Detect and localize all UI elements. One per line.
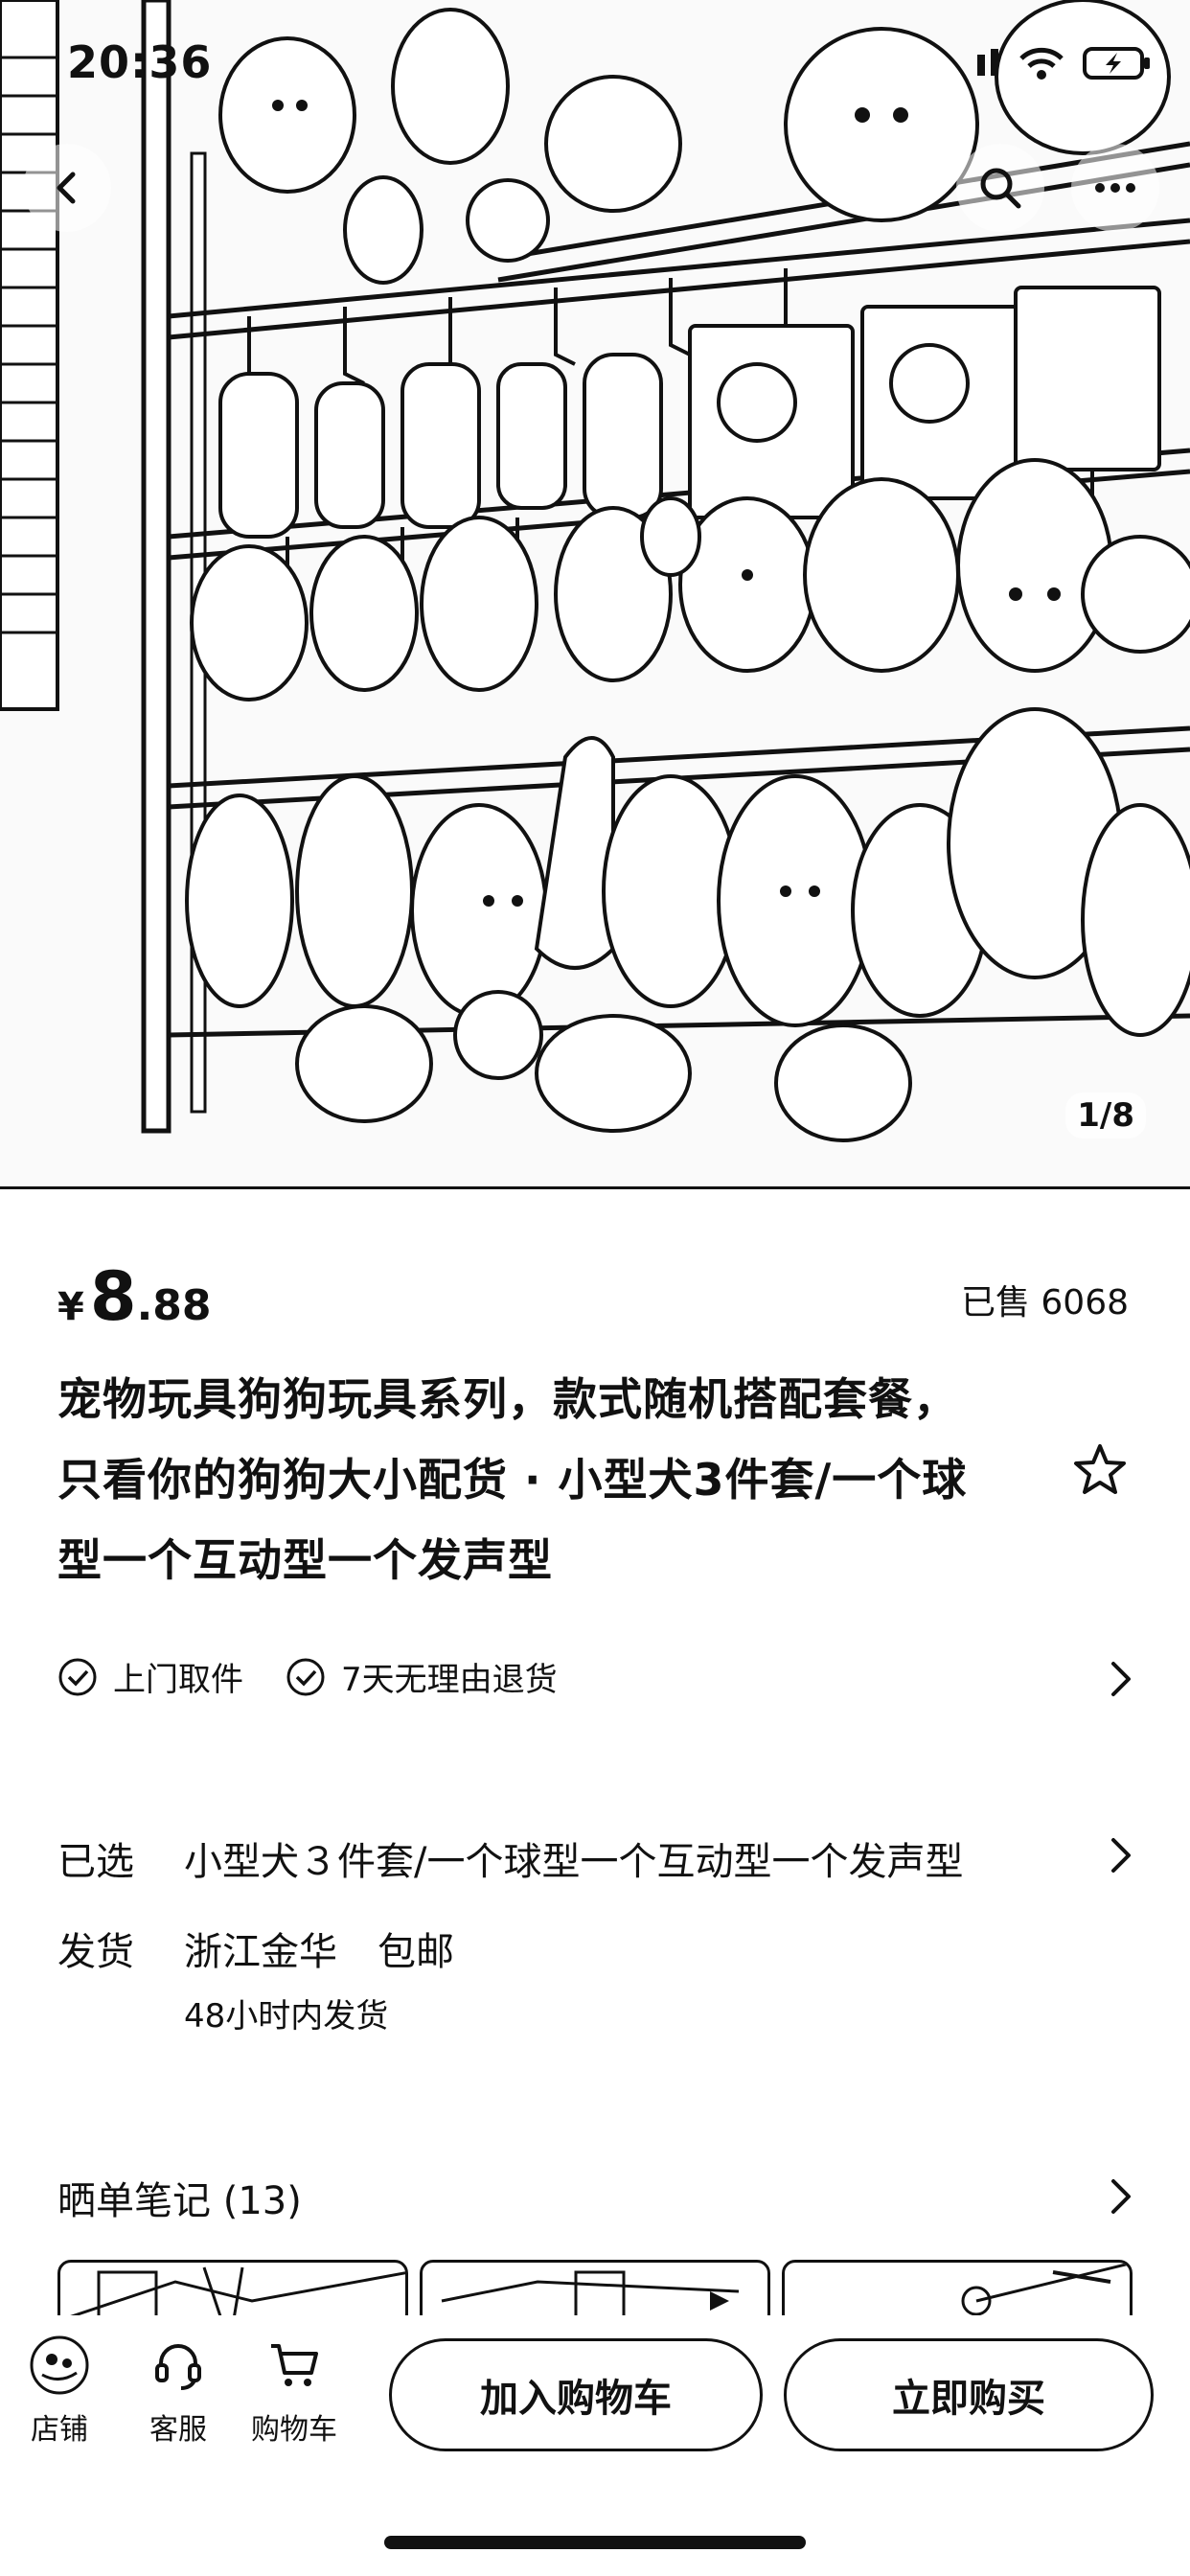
price-integer: 8	[89, 1257, 137, 1336]
product-title-line: 只看你的狗狗大小配货 · 小型犬3件套/一个球	[57, 1454, 968, 1506]
image-page-indicator: 1/8	[1065, 1092, 1146, 1138]
shop-avatar-icon	[29, 2331, 90, 2400]
product-title: 宠物玩具狗狗玩具系列，款式随机搭配套餐， 只看你的狗狗大小配货 · 小型犬3件套…	[57, 1359, 1016, 1600]
favorite-button[interactable]	[1071, 1441, 1129, 1503]
status-icons	[975, 36, 1152, 90]
selected-spec-row[interactable]: 已选 小型犬３件套/一个球型一个互动型一个发声型	[57, 1830, 1003, 1886]
more-button[interactable]	[1071, 144, 1159, 232]
service-item: 上门取件	[57, 1653, 243, 1700]
star-icon	[1074, 1444, 1126, 1494]
shipping-origin: 浙江金华	[184, 1930, 337, 1974]
cart-tab[interactable]: 购物车	[251, 2331, 337, 2448]
shop-tab[interactable]: 店铺	[29, 2331, 90, 2448]
product-title-line: 型一个互动型一个发声型	[57, 1534, 553, 1586]
shipping-row: 发货 浙江金华 包邮	[57, 1920, 494, 1976]
signal-icon	[977, 49, 998, 76]
service-label: 7天无理由退货	[341, 1661, 558, 1699]
service-item: 7天无理由退货	[286, 1653, 558, 1700]
chevron-right-icon[interactable]	[1106, 1660, 1134, 1698]
reviews-notes-title[interactable]: 晒单笔记 (13)	[57, 2170, 302, 2225]
review-thumbnails	[57, 2260, 1133, 2315]
product-title-line: 宠物玩具狗狗玩具系列，款式随机搭配套餐，	[57, 1373, 958, 1425]
more-dots-icon	[1095, 183, 1135, 193]
headset-icon	[149, 2331, 207, 2400]
customer-service-label: 客服	[149, 2413, 207, 2447]
shipping-label: 发货	[57, 1930, 134, 1974]
buy-now-button[interactable]: 立即购买	[784, 2338, 1154, 2451]
service-guarantees[interactable]: 上门取件 7天无理由退货	[57, 1653, 600, 1700]
home-indicator	[384, 2536, 806, 2549]
review-thumbnail[interactable]	[782, 2260, 1133, 2315]
sold-count: 已售 6068	[960, 1283, 1129, 1322]
add-to-cart-button[interactable]: 加入购物车	[389, 2338, 763, 2451]
shipping-fee: 包邮	[378, 1930, 454, 1974]
search-button[interactable]	[956, 144, 1044, 232]
customer-service-tab[interactable]: 客服	[149, 2331, 207, 2448]
chevron-right-icon[interactable]	[1106, 1836, 1134, 1874]
review-thumbnail[interactable]	[57, 2260, 408, 2315]
check-circle-icon	[57, 1657, 98, 1697]
status-time: 20:36	[67, 36, 213, 88]
price-decimal: .88	[136, 1281, 212, 1330]
selected-value: 小型犬３件套/一个球型一个互动型一个发声型	[184, 1840, 964, 1884]
battery-icon	[1083, 47, 1150, 80]
check-circle-icon	[286, 1657, 326, 1697]
product-price: ¥ 8 .88	[57, 1263, 212, 1330]
cart-label: 购物车	[251, 2413, 337, 2447]
cart-icon	[265, 2331, 323, 2400]
chevron-right-icon[interactable]	[1106, 2177, 1134, 2216]
service-label: 上门取件	[113, 1661, 243, 1699]
wifi-icon	[1019, 47, 1064, 80]
review-thumbnail[interactable]	[420, 2260, 770, 2315]
selected-label: 已选	[57, 1840, 134, 1884]
shop-label: 店铺	[31, 2413, 88, 2447]
chevron-left-icon	[57, 172, 76, 204]
product-hero-image[interactable]: 20:36 1/8	[0, 0, 1190, 1189]
back-button[interactable]	[23, 144, 111, 232]
price-currency: ¥	[57, 1285, 84, 1329]
search-icon	[980, 168, 1021, 209]
shipping-time: 48小时内发货	[184, 1997, 389, 2036]
